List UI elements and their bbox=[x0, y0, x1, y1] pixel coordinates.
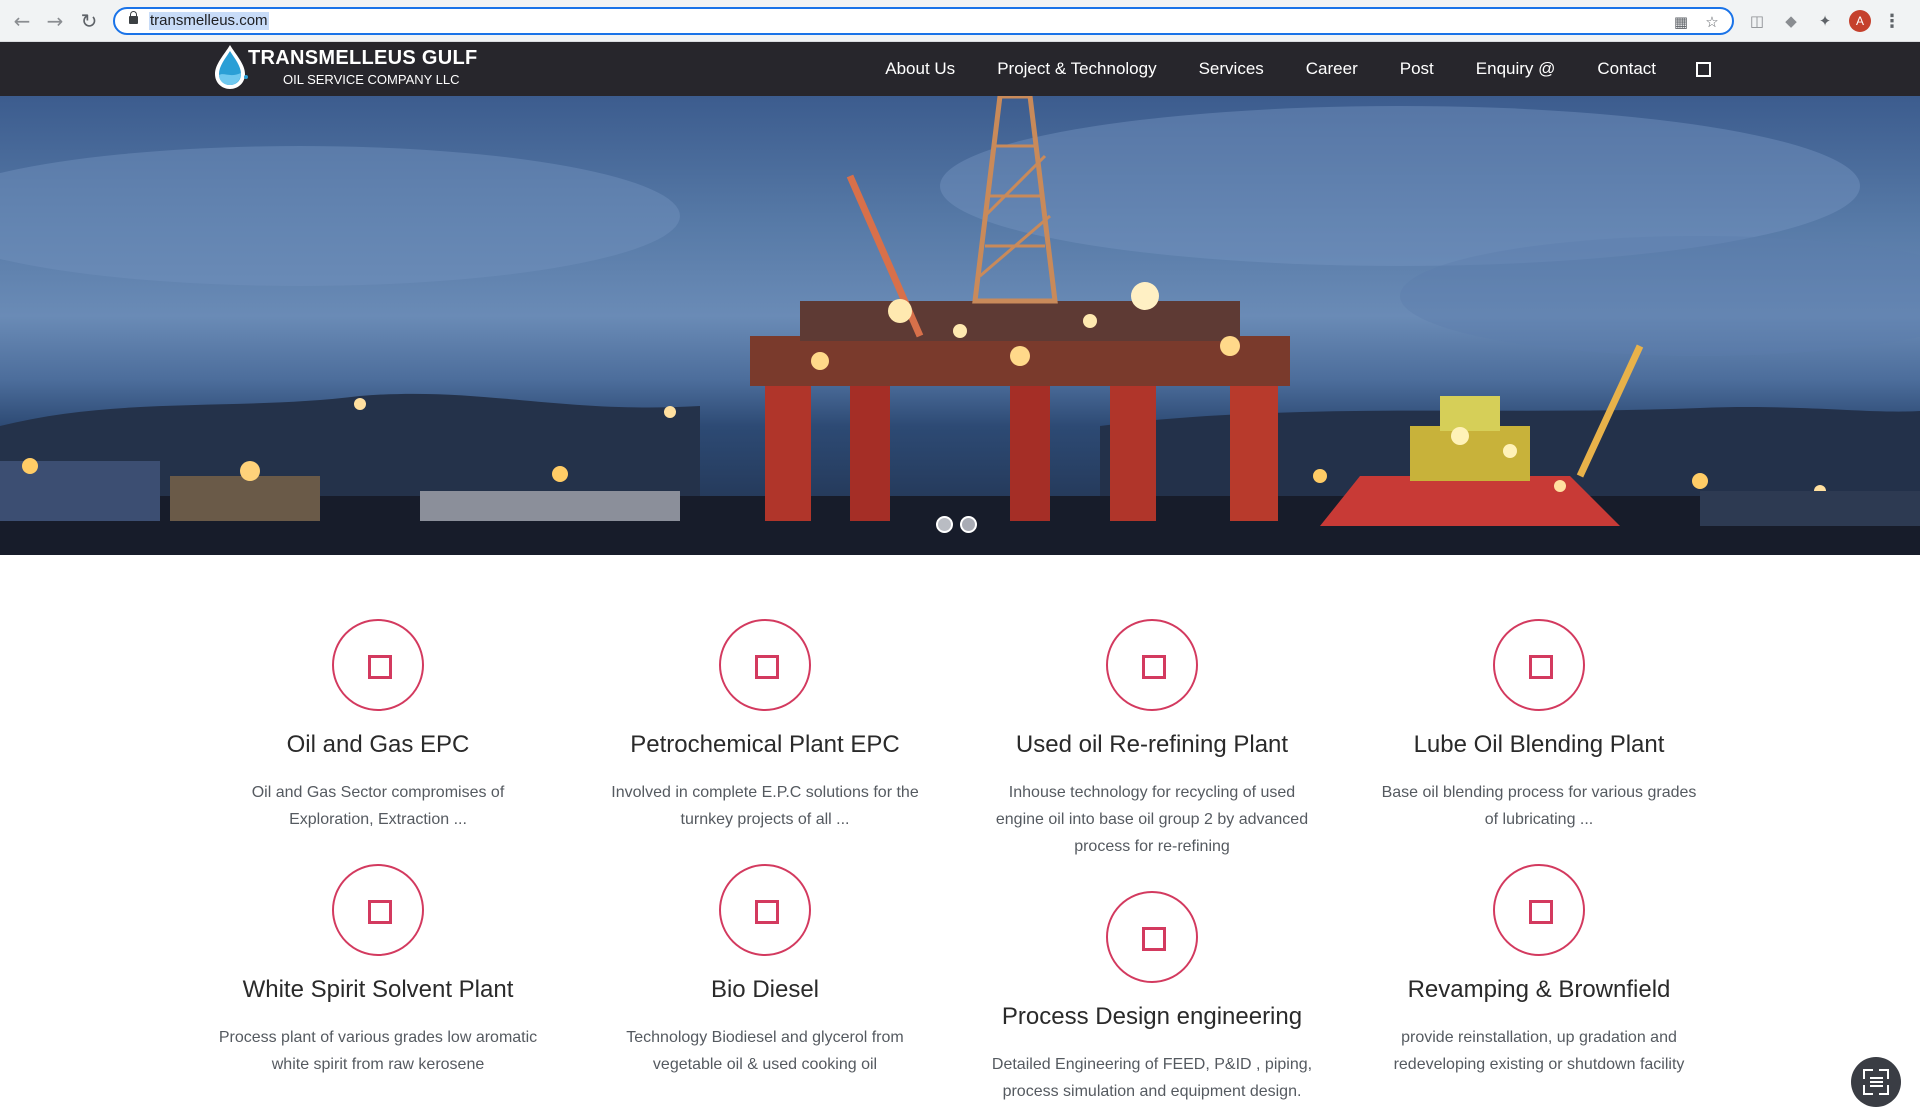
offshore-rig-image bbox=[0, 96, 1920, 555]
slider-dot-2[interactable] bbox=[960, 516, 977, 533]
main-navigation: About Us Project & Technology Services C… bbox=[843, 42, 1711, 96]
nav-enquiry[interactable]: Enquiry @ bbox=[1476, 59, 1556, 79]
shield-extension-icon[interactable]: ◆ bbox=[1781, 11, 1801, 31]
lock-icon[interactable] bbox=[129, 11, 138, 24]
hero-slider bbox=[0, 96, 1920, 555]
service-square-icon[interactable] bbox=[1493, 619, 1585, 711]
service-description: Detailed Engineering of FEED, P&ID , pip… bbox=[991, 1056, 1313, 1100]
service-square-icon[interactable] bbox=[719, 864, 811, 956]
nav-post[interactable]: Post bbox=[1400, 59, 1434, 79]
slider-pagination bbox=[936, 516, 984, 533]
service-description: Inhouse technology for recycling of used… bbox=[995, 784, 1309, 855]
kebab-menu-icon[interactable]: ⋮ bbox=[1883, 10, 1901, 32]
service-title[interactable]: Revamping & Brownfield bbox=[1359, 976, 1719, 1004]
service-description: Involved in complete E.P.C solutions for… bbox=[611, 784, 919, 828]
service-description: provide reinstallation, up gradation and… bbox=[1393, 1029, 1685, 1073]
service-square-icon[interactable] bbox=[1106, 891, 1198, 983]
back-arrow-icon[interactable]: ← bbox=[8, 7, 36, 35]
service-title[interactable]: Lube Oil Blending Plant bbox=[1359, 731, 1719, 759]
service-title[interactable]: Bio Diesel bbox=[585, 976, 945, 1004]
nav-about-us[interactable]: About Us bbox=[885, 59, 955, 79]
service-title[interactable]: Petrochemical Plant EPC bbox=[585, 731, 945, 759]
brand-tagline: OIL SERVICE COMPANY LLC bbox=[283, 72, 460, 87]
service-description: Technology Biodiesel and glycerol from v… bbox=[626, 1029, 904, 1073]
service-title[interactable]: Used oil Re-refining Plant bbox=[972, 731, 1332, 759]
water-drop-logo-icon[interactable] bbox=[210, 42, 250, 96]
puzzle-extensions-icon[interactable]: ✦ bbox=[1815, 11, 1835, 31]
reload-icon[interactable]: ↻ bbox=[75, 7, 103, 35]
nav-services[interactable]: Services bbox=[1199, 59, 1264, 79]
nav-project-technology[interactable]: Project & Technology bbox=[997, 59, 1156, 79]
slider-dot-1[interactable] bbox=[936, 516, 953, 533]
service-description: Base oil blending process for various gr… bbox=[1381, 784, 1697, 828]
brand-name[interactable]: TRANSMELLEUS GULF bbox=[248, 47, 478, 70]
screen-capture-button[interactable] bbox=[1851, 1057, 1901, 1107]
nav-square-icon[interactable] bbox=[1696, 61, 1711, 77]
nav-contact[interactable]: Contact bbox=[1597, 59, 1656, 79]
service-title[interactable]: Oil and Gas EPC bbox=[198, 731, 558, 759]
browser-toolbar: ← → ↻ transmelleus.com ▦ ☆ ◫ ◆ ✦ A ⋮ bbox=[0, 0, 1920, 42]
url-text[interactable]: transmelleus.com bbox=[149, 12, 269, 30]
code-extension-icon[interactable]: ◫ bbox=[1747, 11, 1767, 31]
service-square-icon[interactable] bbox=[1493, 864, 1585, 956]
service-square-icon[interactable] bbox=[332, 619, 424, 711]
bookmark-star-icon[interactable]: ☆ bbox=[1703, 13, 1721, 31]
service-title[interactable]: White Spirit Solvent Plant bbox=[198, 976, 558, 1004]
service-square-icon[interactable] bbox=[719, 619, 811, 711]
address-bar[interactable]: transmelleus.com ▦ ☆ bbox=[113, 7, 1734, 35]
service-title[interactable]: Process Design engineering bbox=[972, 1003, 1332, 1031]
service-description: Oil and Gas Sector compromises of Explor… bbox=[251, 784, 505, 828]
service-square-icon[interactable] bbox=[1106, 619, 1198, 711]
nav-career[interactable]: Career bbox=[1306, 59, 1358, 79]
site-header: TRANSMELLEUS GULF OIL SERVICE COMPANY LL… bbox=[0, 42, 1920, 96]
forward-arrow-icon[interactable]: → bbox=[41, 7, 69, 35]
service-description: Process plant of various grades low arom… bbox=[218, 1029, 538, 1073]
qr-code-icon[interactable]: ▦ bbox=[1672, 13, 1690, 31]
service-square-icon[interactable] bbox=[332, 864, 424, 956]
profile-avatar[interactable]: A bbox=[1849, 10, 1871, 32]
